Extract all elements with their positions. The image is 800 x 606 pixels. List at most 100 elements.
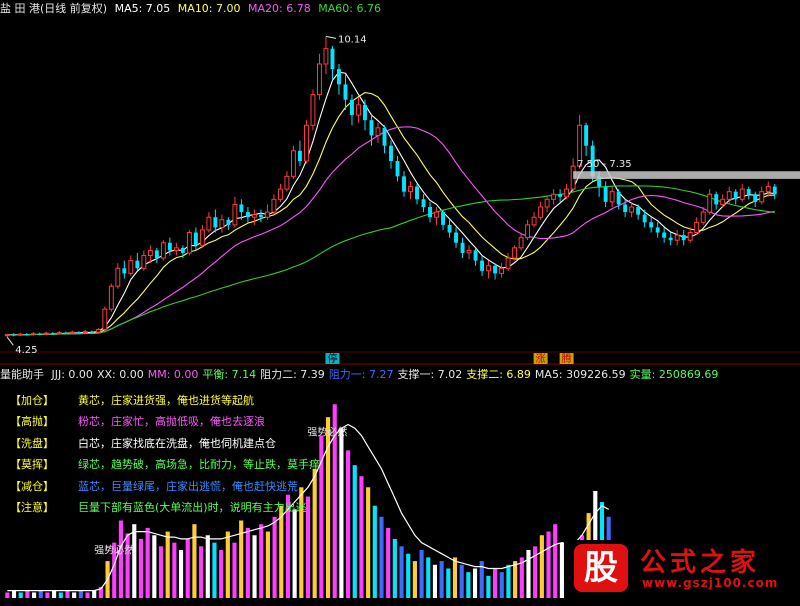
candle-body [363, 104, 367, 121]
indicator-readout: 实量: 250869.69 [629, 368, 719, 381]
site-logo: 股 公式之家 www.gszj100.com [564, 540, 800, 602]
legend-row: 【注意】 巨量下部有蓝色(大单流出)时，说明有主力出逃 [10, 500, 307, 516]
candle-body [297, 150, 302, 162]
candle [323, 36, 329, 75]
candle-body [623, 204, 628, 213]
candle [356, 97, 361, 123]
candle-body [538, 206, 544, 218]
candle [714, 191, 719, 210]
volume-bar [439, 561, 444, 598]
indicator-readout: 平衡: 7.14 [202, 368, 257, 381]
volume-bar [78, 590, 83, 598]
candle-body [395, 161, 400, 177]
candle [531, 212, 537, 228]
high-pointer [325, 35, 337, 39]
volume-bar [252, 535, 257, 598]
candle-body [674, 234, 680, 241]
legend-tag: 【加仓】 [10, 394, 54, 407]
candle [772, 184, 777, 200]
candle [11, 333, 16, 337]
candle-body [642, 214, 647, 223]
candle [584, 122, 589, 156]
candle-body [434, 211, 439, 218]
candle [108, 283, 114, 312]
candle-body [213, 217, 218, 228]
candle-body [726, 191, 732, 200]
volume-bar [426, 557, 431, 598]
candle-body [421, 199, 426, 207]
candle [297, 140, 302, 167]
volume-bar [138, 538, 144, 598]
candle [226, 217, 231, 230]
ma60-line [7, 185, 775, 336]
legend-tag: 【洗盘】 [10, 436, 54, 450]
volume-bar [192, 524, 197, 598]
low-label: 4.25 [15, 345, 37, 356]
candle-body [382, 127, 387, 146]
volume-bar [18, 592, 23, 598]
candle [486, 260, 492, 279]
volume-bar [346, 450, 351, 598]
volume-bar [245, 527, 250, 598]
candle-body [765, 186, 771, 193]
volume-bar [178, 550, 184, 598]
candle-body [616, 191, 621, 205]
candle [290, 145, 296, 179]
candle [284, 171, 290, 192]
candle-body [135, 260, 140, 269]
volume-header: 量能助手 JJJ: 0.00 XX: 0.00 MM: 0.00 平衡: 7.14 阻力… [0, 367, 726, 383]
indicator-title: 量能助手 [0, 368, 44, 381]
candle-body [82, 331, 88, 334]
legend-text: 黄芯，庄家进货强，俺也进货等起航 [78, 394, 254, 407]
volume-bar [392, 538, 397, 598]
volume-bar [85, 592, 90, 598]
candle [245, 206, 250, 223]
candle-body [564, 188, 570, 198]
volume-bar [5, 592, 10, 598]
volume-bar [419, 550, 424, 598]
candle-body [284, 175, 290, 190]
candle-body [428, 206, 432, 218]
volume-bar [472, 568, 478, 598]
candle [505, 252, 511, 271]
volume-bar [539, 535, 544, 598]
logo-stamp: 股 [574, 544, 628, 592]
candle [167, 237, 172, 256]
candle-body [460, 242, 465, 253]
moving-average-lines [7, 71, 775, 336]
candle [82, 330, 88, 334]
resistance-label: 7.50 - 7.35 [577, 159, 632, 170]
candle [337, 63, 341, 95]
volume-bar [466, 572, 471, 598]
candle-body [356, 104, 361, 116]
volume-bar [312, 468, 317, 598]
volume-note: 强势必然 [94, 544, 134, 557]
candle-body [603, 186, 608, 202]
candle-body [480, 260, 485, 271]
candle-body [95, 329, 101, 333]
volume-note: 强势必然 [307, 426, 347, 439]
legend-tag: 【减仓】 [10, 479, 54, 493]
candle-body [337, 69, 341, 85]
candle-body [226, 219, 231, 225]
candle [141, 250, 147, 271]
candle [733, 189, 738, 205]
candle [499, 263, 505, 278]
candle-body [160, 242, 166, 259]
candle [564, 184, 570, 200]
candle-body [264, 211, 270, 218]
candle-body [63, 332, 68, 334]
candle-body [239, 204, 244, 213]
low-pointer [6, 336, 14, 346]
legend-row: 【加仓】 黄芯，庄家进货强，俺也进货等起航 [10, 393, 254, 409]
candle [668, 232, 673, 246]
legend-text: 巨量下部有蓝色(大单流出)时，说明有主力出逃 [78, 501, 307, 514]
candle-body [330, 48, 335, 70]
candle [649, 217, 654, 233]
candle-body [232, 203, 238, 226]
indicator-readout: JJJ: 0.00 [51, 368, 93, 381]
candle [538, 201, 544, 220]
volume-bar [92, 590, 97, 598]
volume-bar [219, 550, 224, 598]
candle [558, 189, 563, 202]
